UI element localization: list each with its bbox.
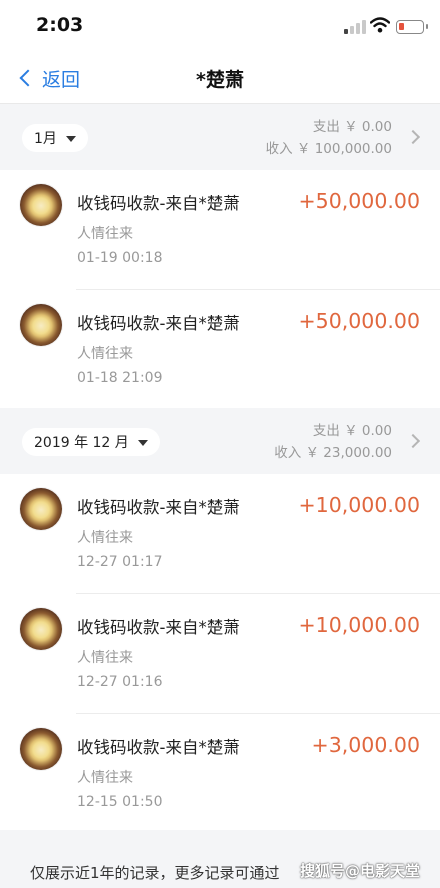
month-label: 2019 年 12 月 xyxy=(34,435,129,451)
transaction-amount: +10,000.00 xyxy=(298,493,420,517)
month-summary: 支出 ￥ 0.00 收入 ￥ 23,000.00 xyxy=(274,420,392,464)
transaction-amount: +10,000.00 xyxy=(298,613,420,637)
chevron-right-icon xyxy=(405,129,421,145)
transaction-title: 收钱码收款-来自*楚萧 xyxy=(77,194,240,213)
avatar xyxy=(20,488,62,530)
transaction-amount: +50,000.00 xyxy=(298,189,420,213)
avatar xyxy=(20,608,62,650)
expense-total: 支出 ￥ 0.00 xyxy=(312,119,392,135)
battery-level xyxy=(399,23,404,30)
footer: 仅展示近1年的记录，更多记录可通过 搜狐号@电影天堂 xyxy=(0,830,440,888)
transaction-time: 01-19 00:18 xyxy=(77,250,163,266)
income-total: 收入 ￥ 100,000.00 xyxy=(265,141,392,157)
page-title: *楚萧 xyxy=(196,69,244,91)
transaction-time: 12-15 01:50 xyxy=(77,794,163,810)
transaction-row[interactable]: 收钱码收款-来自*楚萧 人情往来 01-19 00:18 +50,000.00 xyxy=(0,170,440,290)
history-note: 仅展示近1年的记录，更多记录可通过 xyxy=(30,864,280,882)
transaction-time: 12-27 01:17 xyxy=(77,554,163,570)
month-summary: 支出 ￥ 0.00 收入 ￥ 100,000.00 xyxy=(266,116,392,160)
transaction-amount: +3,000.00 xyxy=(311,733,420,757)
transaction-time: 01-18 21:09 xyxy=(77,370,163,386)
avatar xyxy=(20,304,62,346)
nav-bar: 返回 *楚萧 xyxy=(0,52,440,104)
avatar xyxy=(20,728,62,770)
income-total: 收入 ￥ 23,000.00 xyxy=(274,445,392,461)
transaction-category: 人情往来 xyxy=(77,770,133,786)
transaction-time: 12-27 01:16 xyxy=(77,674,163,690)
transaction-title: 收钱码收款-来自*楚萧 xyxy=(77,738,240,757)
month-label: 1月 xyxy=(34,131,57,147)
caret-down-icon xyxy=(137,440,148,446)
watermark: 搜狐号@电影天堂 xyxy=(300,862,421,880)
signal-icon xyxy=(344,20,368,34)
transaction-row[interactable]: 收钱码收款-来自*楚萧 人情往来 12-15 01:50 +3,000.00 xyxy=(0,714,440,834)
expense-total: 支出 ￥ 0.00 xyxy=(312,423,392,439)
avatar xyxy=(20,184,62,226)
transaction-category: 人情往来 xyxy=(77,226,133,242)
caret-down-icon xyxy=(65,136,76,142)
month-header[interactable]: 2019 年 12 月 支出 ￥ 0.00 收入 ￥ 23,000.00 xyxy=(0,408,440,474)
month-selector[interactable]: 2019 年 12 月 xyxy=(22,428,160,456)
transaction-title: 收钱码收款-来自*楚萧 xyxy=(77,314,240,333)
transaction-row[interactable]: 收钱码收款-来自*楚萧 人情往来 12-27 01:17 +10,000.00 xyxy=(0,474,440,594)
month-selector[interactable]: 1月 xyxy=(22,124,88,152)
wifi-icon xyxy=(370,17,390,33)
transaction-category: 人情往来 xyxy=(77,346,133,362)
chevron-right-icon xyxy=(405,433,421,449)
transaction-amount: +50,000.00 xyxy=(298,309,420,333)
transaction-category: 人情往来 xyxy=(77,530,133,546)
battery-icon xyxy=(396,20,428,34)
transaction-title: 收钱码收款-来自*楚萧 xyxy=(77,618,240,637)
transaction-row[interactable]: 收钱码收款-来自*楚萧 人情往来 12-27 01:16 +10,000.00 xyxy=(0,594,440,714)
transaction-title: 收钱码收款-来自*楚萧 xyxy=(77,498,240,517)
transaction-row[interactable]: 收钱码收款-来自*楚萧 人情往来 01-18 21:09 +50,000.00 xyxy=(0,290,440,410)
status-bar: 2:03 xyxy=(0,0,440,52)
month-header[interactable]: 1月 支出 ￥ 0.00 收入 ￥ 100,000.00 xyxy=(0,104,440,170)
transaction-category: 人情往来 xyxy=(77,650,133,666)
status-time: 2:03 xyxy=(36,14,84,36)
